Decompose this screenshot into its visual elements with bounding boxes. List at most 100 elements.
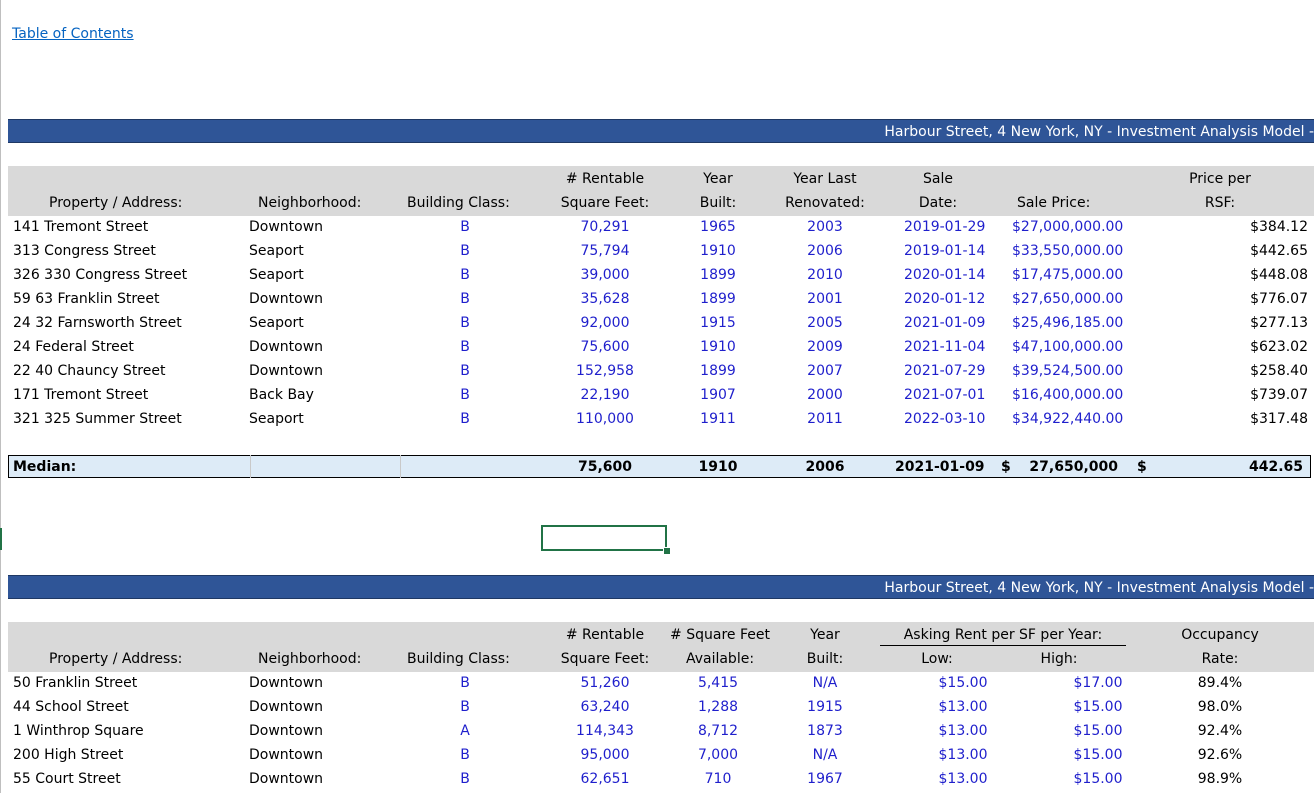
cell-occupancy-rate[interactable]: 98.0% [1170,698,1270,716]
cell-rent-high[interactable]: $15.00 [1035,698,1161,716]
cell-sale-price[interactable]: $16,400,000.00 [1012,386,1123,404]
cell-rentable-sf[interactable]: 22,190 [548,386,662,404]
cell-price-per-rsf[interactable]: $776.07 [1200,290,1308,308]
cell-price-per-rsf[interactable]: $384.12 [1200,218,1308,236]
cell-rentable-sf[interactable]: 51,260 [548,674,662,692]
cell-rentable-sf[interactable]: 110,000 [548,410,662,428]
cell-neighborhood[interactable]: Seaport [249,242,304,260]
cell-building-class[interactable]: B [445,362,485,380]
fill-handle[interactable] [663,547,671,555]
cell-property[interactable]: 55 Court Street [13,770,121,788]
cell-rent-low[interactable]: $15.00 [900,674,1026,692]
cell-price-per-rsf[interactable]: $623.02 [1200,338,1308,356]
cell-rentable-sf[interactable]: 114,343 [548,722,662,740]
cell-year-built[interactable]: 1899 [688,362,748,380]
cell-building-class[interactable]: B [445,410,485,428]
cell-rentable-sf[interactable]: 152,958 [548,362,662,380]
cell-year-built[interactable]: 1915 [688,314,748,332]
cell-property[interactable]: 50 Franklin Street [13,674,137,692]
cell-building-class[interactable]: B [445,338,485,356]
cell-rentable-sf[interactable]: 39,000 [548,266,662,284]
cell-rent-high[interactable]: $15.00 [1035,746,1161,764]
cell-property[interactable]: 44 School Street [13,698,129,716]
cell-building-class[interactable]: B [445,218,485,236]
cell-neighborhood[interactable]: Downtown [249,722,323,740]
cell-property[interactable]: 1 Winthrop Square [13,722,144,740]
cell-sale-price[interactable]: $34,922,440.00 [1012,410,1123,428]
cell-rent-low[interactable]: $13.00 [900,746,1026,764]
cell-occupancy-rate[interactable]: 89.4% [1170,674,1270,692]
cell-building-class[interactable]: B [445,674,485,692]
cell-property[interactable]: 321 325 Summer Street [13,410,182,428]
cell-property[interactable]: 326 330 Congress Street [13,266,187,284]
cell-building-class[interactable]: B [445,698,485,716]
cell-property[interactable]: 141 Tremont Street [13,218,148,236]
cell-building-class[interactable]: B [445,770,485,788]
cell-sale-date[interactable]: 2020-01-14 [904,266,985,284]
cell-rentable-sf[interactable]: 63,240 [548,698,662,716]
cell-neighborhood[interactable]: Downtown [249,338,323,356]
cell-neighborhood[interactable]: Downtown [249,770,323,788]
cell-property[interactable]: 59 63 Franklin Street [13,290,160,308]
cell-year-built[interactable]: 1910 [688,338,748,356]
cell-year-built[interactable]: 1967 [795,770,855,788]
cell-property[interactable]: 313 Congress Street [13,242,156,260]
cell-rentable-sf[interactable]: 75,794 [548,242,662,260]
cell-year-built[interactable]: N/A [795,674,855,692]
cell-year-built[interactable]: 1915 [795,698,855,716]
active-cell-selection[interactable] [541,525,667,551]
cell-building-class[interactable]: B [445,290,485,308]
cell-year-built[interactable]: 1910 [688,242,748,260]
cell-property[interactable]: 200 High Street [13,746,123,764]
cell-price-per-rsf[interactable]: $442.65 [1200,242,1308,260]
cell-year-built[interactable]: 1965 [688,218,748,236]
cell-available-sf[interactable]: 5,415 [668,674,768,692]
cell-year-built[interactable]: 1873 [795,722,855,740]
cell-neighborhood[interactable]: Downtown [249,698,323,716]
cell-rentable-sf[interactable]: 62,651 [548,770,662,788]
cell-sale-price[interactable]: $17,475,000.00 [1012,266,1123,284]
cell-building-class[interactable]: B [445,266,485,284]
cell-year-renovated[interactable]: 2000 [770,386,880,404]
cell-building-class[interactable]: A [445,722,485,740]
cell-building-class[interactable]: B [445,746,485,764]
cell-sale-price[interactable]: $27,000,000.00 [1012,218,1123,236]
cell-sale-date[interactable]: 2021-11-04 [904,338,985,356]
cell-sale-date[interactable]: 2019-01-14 [904,242,985,260]
cell-neighborhood[interactable]: Back Bay [249,386,314,404]
cell-rent-low[interactable]: $13.00 [900,770,1026,788]
cell-property[interactable]: 24 Federal Street [13,338,134,356]
cell-price-per-rsf[interactable]: $317.48 [1200,410,1308,428]
cell-year-built[interactable]: 1911 [688,410,748,428]
cell-year-renovated[interactable]: 2010 [770,266,880,284]
cell-rent-low[interactable]: $13.00 [900,722,1026,740]
cell-building-class[interactable]: B [445,314,485,332]
cell-year-renovated[interactable]: 2003 [770,218,880,236]
cell-neighborhood[interactable]: Seaport [249,314,304,332]
cell-rentable-sf[interactable]: 92,000 [548,314,662,332]
cell-price-per-rsf[interactable]: $448.08 [1200,266,1308,284]
cell-available-sf[interactable]: 1,288 [668,698,768,716]
cell-neighborhood[interactable]: Seaport [249,410,304,428]
cell-property[interactable]: 171 Tremont Street [13,386,148,404]
cell-year-renovated[interactable]: 2001 [770,290,880,308]
cell-year-built[interactable]: N/A [795,746,855,764]
cell-sale-date[interactable]: 2021-07-29 [904,362,985,380]
cell-available-sf[interactable]: 8,712 [668,722,768,740]
cell-sale-date[interactable]: 2021-01-09 [904,314,985,332]
cell-neighborhood[interactable]: Downtown [249,746,323,764]
cell-neighborhood[interactable]: Downtown [249,674,323,692]
cell-rent-high[interactable]: $15.00 [1035,722,1161,740]
cell-neighborhood[interactable]: Downtown [249,362,323,380]
cell-occupancy-rate[interactable]: 92.6% [1170,746,1270,764]
cell-available-sf[interactable]: 7,000 [668,746,768,764]
cell-year-built[interactable]: 1899 [688,266,748,284]
cell-property[interactable]: 24 32 Farnsworth Street [13,314,182,332]
cell-sale-date[interactable]: 2019-01-29 [904,218,985,236]
cell-price-per-rsf[interactable]: $277.13 [1200,314,1308,332]
cell-occupancy-rate[interactable]: 92.4% [1170,722,1270,740]
cell-property[interactable]: 22 40 Chauncy Street [13,362,165,380]
cell-year-renovated[interactable]: 2011 [770,410,880,428]
cell-year-renovated[interactable]: 2006 [770,242,880,260]
cell-rent-low[interactable]: $13.00 [900,698,1026,716]
